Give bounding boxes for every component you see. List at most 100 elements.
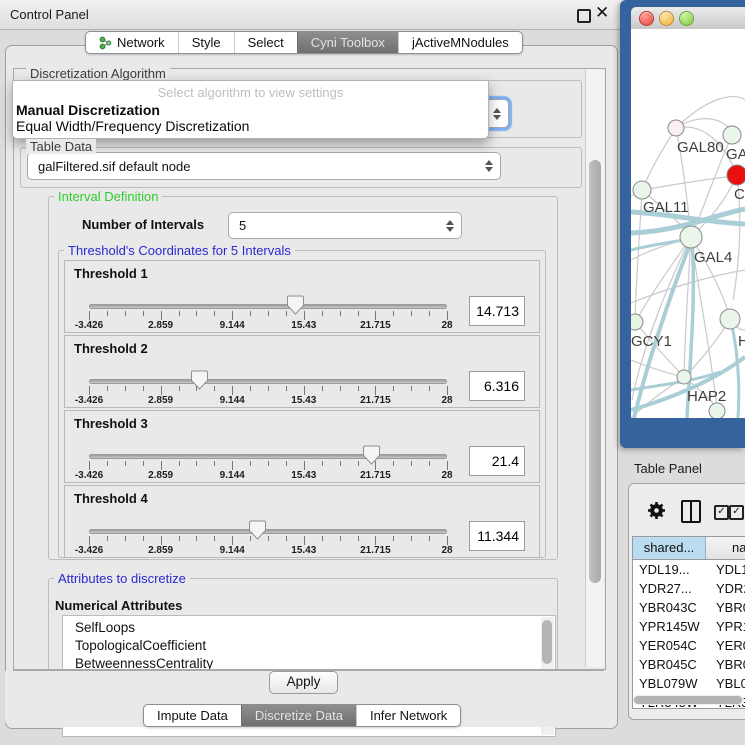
table-hscrollbar[interactable] xyxy=(633,695,744,705)
table-row[interactable]: YBR045C YBR045C xyxy=(633,655,745,674)
close-traffic-light[interactable] xyxy=(639,11,654,26)
minor-tick xyxy=(196,311,197,316)
name-cell[interactable]: YDL19... xyxy=(712,560,745,579)
split-columns-icon[interactable] xyxy=(681,500,701,523)
number-of-intervals-combobox[interactable]: 5 xyxy=(228,212,462,239)
slider-track[interactable] xyxy=(89,304,447,309)
slider-track[interactable] xyxy=(89,529,447,534)
scale-label: 2.859 xyxy=(148,470,173,481)
gear-icon[interactable] xyxy=(647,501,666,520)
table-row[interactable]: YER054C YER054C xyxy=(633,636,745,655)
minor-tick xyxy=(340,311,341,316)
tab-label: Impute Data xyxy=(157,708,228,723)
shared-name-cell[interactable]: YDR27... xyxy=(633,579,712,598)
table-row[interactable]: YDR27... YDR27... xyxy=(633,579,745,598)
main-scrollbar-thumb[interactable] xyxy=(589,160,601,583)
main-scrollbar[interactable] xyxy=(585,69,604,667)
network-node[interactable] xyxy=(677,370,691,384)
network-window-titlebar[interactable] xyxy=(631,7,745,30)
checkbox-icon[interactable]: ✓ xyxy=(714,505,729,520)
slider-track[interactable] xyxy=(89,454,447,459)
tab-cyni-toolbox[interactable]: Cyni Toolbox xyxy=(297,32,398,53)
network-node[interactable] xyxy=(727,165,745,185)
tab-label: jActiveMNodules xyxy=(412,35,509,50)
threshold-row: Threshold 4 -3.4262.8599.14415.4321.7152… xyxy=(64,485,540,558)
tab-infer-network[interactable]: Infer Network xyxy=(356,705,460,726)
name-cell[interactable]: YDR27... xyxy=(712,579,745,598)
thresholds-group-title: Threshold's Coordinates for 5 Intervals xyxy=(64,243,295,258)
table-data-combobox[interactable]: galFiltered.sif default node xyxy=(27,152,501,180)
attribute-list-item[interactable]: TopologicalCoefficient xyxy=(63,637,555,655)
slider-thumb[interactable] xyxy=(191,370,208,390)
network-node[interactable] xyxy=(668,120,684,136)
network-node[interactable] xyxy=(723,126,741,144)
name-cell[interactable]: YBR045C xyxy=(712,655,745,674)
dropdown-option[interactable]: Manual Discretization xyxy=(16,102,160,118)
float-window-icon[interactable] xyxy=(577,9,591,23)
threshold-value-field[interactable] xyxy=(469,446,525,476)
threshold-value-field[interactable] xyxy=(469,371,525,401)
major-tick xyxy=(232,386,233,395)
scale-label: 15.43 xyxy=(291,320,316,331)
network-node[interactable] xyxy=(709,403,725,418)
name-cell[interactable]: YER054C xyxy=(712,636,745,655)
minor-tick xyxy=(358,461,359,466)
dropdown-option[interactable]: Equal Width/Frequency Discretization xyxy=(16,118,249,134)
apply-button[interactable]: Apply xyxy=(269,671,338,694)
slider-thumb[interactable] xyxy=(287,295,304,315)
major-tick xyxy=(161,536,162,545)
zoom-traffic-light[interactable] xyxy=(679,11,694,26)
minor-tick xyxy=(429,536,430,541)
minor-tick xyxy=(125,461,126,466)
name-cell[interactable]: YPR145W xyxy=(712,617,745,636)
shared-name-cell[interactable]: YBR043C xyxy=(633,598,712,617)
shared-name-cell[interactable]: YER054C xyxy=(633,636,712,655)
tab-discretize-data[interactable]: Discretize Data xyxy=(241,705,356,726)
column-header-name[interactable]: na xyxy=(706,537,745,559)
table-hscrollbar-thumb[interactable] xyxy=(634,696,742,704)
minor-tick xyxy=(268,536,269,541)
network-node[interactable] xyxy=(720,309,740,329)
shared-name-cell[interactable]: YDL19... xyxy=(633,560,712,579)
table-row[interactable]: YBR043C YBR043C xyxy=(633,598,745,617)
list-scrollbar-thumb[interactable] xyxy=(542,620,552,664)
network-node[interactable] xyxy=(631,314,643,330)
slider-thumb[interactable] xyxy=(363,445,380,465)
tab-label: Select xyxy=(248,35,284,50)
table-row[interactable]: YPR145W YPR145W xyxy=(633,617,745,636)
name-cell[interactable]: YBL079W xyxy=(712,674,745,693)
tab-network[interactable]: Network xyxy=(86,32,178,53)
threshold-value-field[interactable] xyxy=(469,296,525,326)
table-row[interactable]: YDL19... YDL19... xyxy=(633,560,745,579)
slider-scale: -3.4262.8599.14415.4321.71528 xyxy=(89,545,447,557)
threshold-value-field[interactable] xyxy=(469,521,525,551)
checkbox-icon[interactable]: ✓ xyxy=(729,505,744,520)
minor-tick xyxy=(411,386,412,391)
slider-thumb[interactable] xyxy=(249,520,266,540)
threshold-row: Threshold 3 -3.4262.8599.14415.4321.7152… xyxy=(64,410,540,483)
minor-tick xyxy=(393,536,394,541)
shared-name-cell[interactable]: YBR045C xyxy=(633,655,712,674)
minor-tick xyxy=(268,461,269,466)
scale-label: 28 xyxy=(441,395,452,406)
tab-jactivemnodules[interactable]: jActiveMNodules xyxy=(398,32,522,53)
table-row[interactable]: YBL079W YBL079W xyxy=(633,674,745,693)
tab-style[interactable]: Style xyxy=(178,32,234,53)
column-header-shared-name[interactable]: shared... xyxy=(633,537,706,559)
shared-name-cell[interactable]: YPR145W xyxy=(633,617,712,636)
tab-impute-data[interactable]: Impute Data xyxy=(144,705,241,726)
minor-tick xyxy=(196,461,197,466)
slider-scale: -3.4262.8599.14415.4321.71528 xyxy=(89,395,447,407)
shared-name-cell[interactable]: YBL079W xyxy=(633,674,712,693)
slider-track[interactable] xyxy=(89,379,447,384)
network-node[interactable] xyxy=(680,226,702,248)
table-data-group-title: Table Data xyxy=(26,139,96,154)
minimize-traffic-light[interactable] xyxy=(659,11,674,26)
name-cell[interactable]: YBR043C xyxy=(712,598,745,617)
tab-select[interactable]: Select xyxy=(234,32,297,53)
close-icon[interactable]: ✕ xyxy=(595,3,609,23)
scale-label: 21.715 xyxy=(360,545,391,556)
network-node[interactable] xyxy=(633,181,651,199)
attribute-list-item[interactable]: SelfLoops xyxy=(63,619,555,637)
network-canvas[interactable]: GAL80GACGAL11GAL4GCY1HHAP2 xyxy=(631,29,745,418)
